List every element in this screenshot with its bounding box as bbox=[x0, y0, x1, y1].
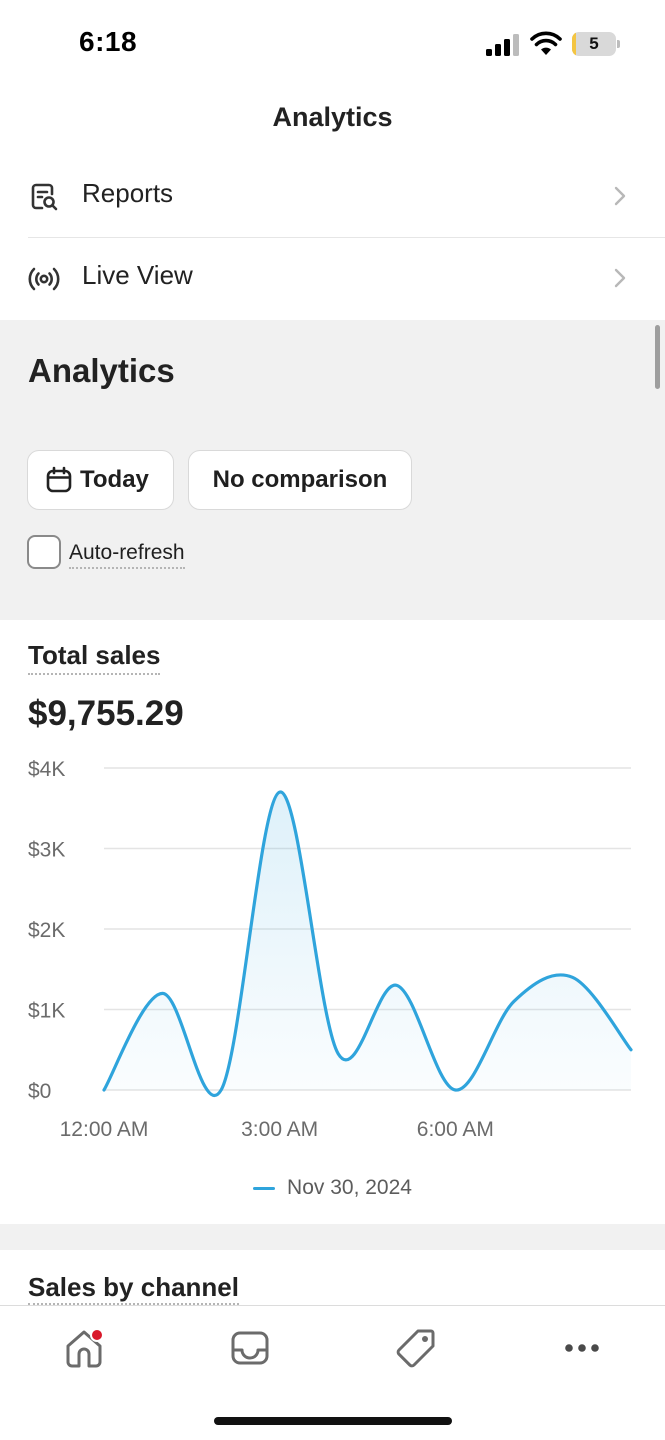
date-filter-label: Today bbox=[80, 466, 149, 493]
home-indicator[interactable] bbox=[214, 1417, 452, 1425]
inbox-icon[interactable] bbox=[228, 1326, 272, 1370]
scrollbar-thumb[interactable] bbox=[655, 325, 660, 389]
menu-item-reports[interactable]: Reports bbox=[0, 156, 665, 238]
battery-icon: 5 bbox=[572, 32, 620, 56]
sales-by-channel-title[interactable]: Sales by channel bbox=[28, 1272, 239, 1305]
y-tick-label: $4K bbox=[28, 758, 65, 781]
status-bar: 6:18 5 bbox=[0, 0, 665, 90]
y-tick-label: $2K bbox=[28, 919, 65, 942]
y-tick-label: $1K bbox=[28, 1000, 65, 1023]
total-sales-chart: $0 $1K $2K $3K $4K 12:00 AM 3:00 AM 6:00 AM bbox=[28, 758, 633, 1141]
report-search-icon bbox=[31, 183, 58, 211]
x-tick-label: 6:00 AM bbox=[417, 1118, 494, 1141]
x-tick-label: 12:00 AM bbox=[60, 1118, 149, 1141]
notification-badge bbox=[90, 1328, 104, 1342]
section-gap bbox=[0, 1224, 665, 1250]
wifi-icon bbox=[530, 31, 562, 55]
y-tick-label: $3K bbox=[28, 839, 65, 862]
tag-icon[interactable] bbox=[394, 1326, 438, 1370]
menu-item-label: Reports bbox=[82, 178, 174, 208]
chevron-right-icon bbox=[614, 186, 626, 206]
live-broadcast-icon bbox=[28, 267, 60, 291]
total-sales-value: $9,755.29 bbox=[28, 694, 184, 733]
legend-swatch bbox=[253, 1186, 276, 1190]
battery-level: 5 bbox=[589, 34, 599, 53]
comparison-button[interactable]: No comparison bbox=[188, 450, 412, 510]
status-time: 6:18 bbox=[79, 26, 138, 57]
more-dots-icon[interactable] bbox=[560, 1326, 604, 1370]
x-tick-label: 3:00 AM bbox=[241, 1118, 318, 1141]
date-filter-button[interactable]: Today bbox=[27, 450, 174, 510]
analytics-section-title: Analytics bbox=[28, 352, 175, 389]
menu-item-live-view[interactable]: Live View bbox=[0, 238, 665, 320]
comparison-label: No comparison bbox=[212, 466, 388, 493]
series-area bbox=[104, 792, 631, 1096]
page-title: Analytics bbox=[272, 102, 393, 132]
calendar-icon bbox=[46, 466, 72, 493]
auto-refresh-label[interactable]: Auto-refresh bbox=[69, 541, 185, 569]
chevron-right-icon bbox=[614, 268, 626, 288]
cellular-signal-icon bbox=[486, 34, 519, 56]
auto-refresh-checkbox[interactable] bbox=[27, 535, 61, 569]
total-sales-title[interactable]: Total sales bbox=[28, 640, 161, 675]
menu-item-label: Live View bbox=[82, 260, 193, 290]
legend-label: Nov 30, 2024 bbox=[287, 1176, 412, 1199]
chart-legend: Nov 30, 2024 bbox=[0, 1176, 665, 1200]
y-tick-label: $0 bbox=[28, 1080, 51, 1103]
